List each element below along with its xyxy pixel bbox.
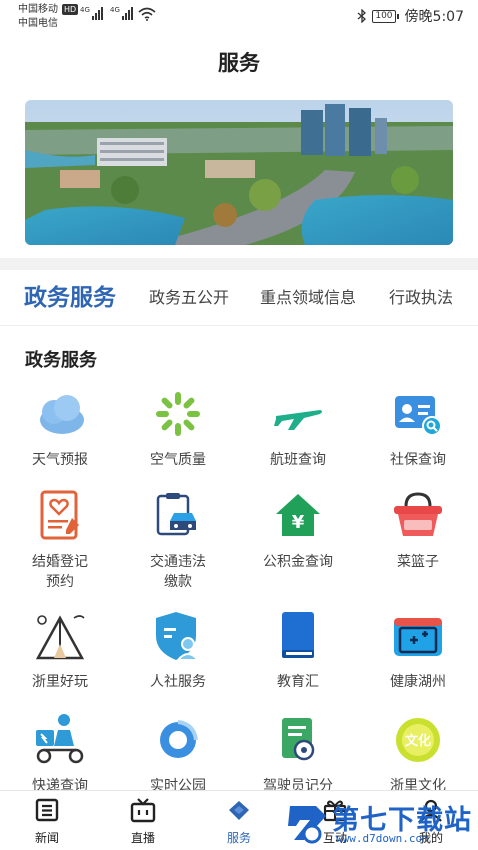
service-label: 交通违法 缴款 xyxy=(150,554,206,590)
carrier-label-1: 中国移动 xyxy=(18,4,58,15)
airplane-icon xyxy=(274,410,322,430)
service-label: 健康湖州 xyxy=(390,674,446,690)
watermark-logo-icon xyxy=(288,806,326,844)
service-social-security[interactable]: 社保查询 xyxy=(358,386,478,470)
service-housing-fund[interactable]: ¥ 公积金查询 xyxy=(238,488,358,572)
social-security-card-icon xyxy=(395,396,442,436)
shield-person-icon xyxy=(156,612,201,661)
service-label: 人社服务 xyxy=(150,674,206,690)
service-label: 教育汇 xyxy=(277,674,319,690)
service-weather[interactable]: 天气预报 xyxy=(0,386,120,470)
marriage-form-icon xyxy=(40,490,79,540)
nav-label: 新闻 xyxy=(34,831,59,845)
service-label: 菜篮子 xyxy=(397,554,439,570)
service-label: 空气质量 xyxy=(150,452,206,468)
signal-icon-2: 4G xyxy=(110,6,133,20)
cloud-icon xyxy=(40,395,84,434)
tab-law-enforcement[interactable]: 行政执法 xyxy=(389,270,453,326)
signal-icon-1: 4G xyxy=(80,6,103,20)
city-aerial-photo-icon xyxy=(25,100,453,245)
service-health[interactable]: 健康湖州 xyxy=(358,608,478,692)
service-hr-social[interactable]: 人社服务 xyxy=(118,608,238,692)
heart-diamond-icon xyxy=(229,801,249,820)
service-education[interactable]: 教育汇 xyxy=(238,608,358,692)
culture-badge-text: 文化 xyxy=(405,733,431,749)
service-driver-score[interactable]: 驾驶员记分 xyxy=(238,712,358,796)
svg-text:¥: ¥ xyxy=(292,512,305,533)
service-label: 天气预报 xyxy=(32,452,88,468)
service-flight[interactable]: 航班查询 xyxy=(238,386,358,470)
tab-five-disclosures[interactable]: 政务五公开 xyxy=(149,270,229,326)
banner-image[interactable] xyxy=(25,100,453,245)
service-label: 社保查询 xyxy=(390,452,446,468)
service-label: 航班查询 xyxy=(270,452,326,468)
tent-icon xyxy=(35,615,85,660)
swirl-icon xyxy=(160,720,198,758)
delivery-scooter-icon xyxy=(36,714,84,764)
service-culture[interactable]: 文化 浙里文化 xyxy=(358,712,478,796)
network-type-1: 4G xyxy=(80,6,90,14)
nav-news[interactable]: 新闻 xyxy=(12,797,82,846)
status-time: 傍晚5:07 xyxy=(404,9,464,25)
air-quality-icon xyxy=(156,392,200,436)
page-title: 服务 xyxy=(218,51,260,75)
service-label: 浙里好玩 xyxy=(32,674,88,690)
carrier-label-2: 中国电信 xyxy=(18,18,58,29)
service-park[interactable]: 实时公园 xyxy=(118,712,238,796)
watermark: 第七下载站 www.d7down.com xyxy=(286,798,476,848)
tv-icon xyxy=(130,798,156,823)
tab-bar: 政务服务 政务五公开 重点领域信息 行政执法 xyxy=(0,270,478,326)
wifi-icon xyxy=(138,7,156,21)
car-clipboard-icon xyxy=(156,493,196,536)
section-divider xyxy=(0,258,478,270)
bluetooth-icon xyxy=(357,9,367,23)
service-traffic-fine[interactable]: 交通违法 缴款 xyxy=(118,488,238,592)
news-icon xyxy=(35,798,59,822)
book-icon xyxy=(282,612,314,658)
nav-live[interactable]: 直播 xyxy=(108,797,178,846)
service-label: 公积金查询 xyxy=(263,554,333,570)
battery-indicator: 100 xyxy=(372,9,399,23)
driver-score-icon xyxy=(282,718,315,761)
housing-fund-icon: ¥ xyxy=(276,494,320,536)
nav-service[interactable]: 服务 xyxy=(204,797,274,846)
section-title: 政务服务 xyxy=(25,350,97,371)
service-air-quality[interactable]: 空气质量 xyxy=(118,386,238,470)
network-type-2: 4G xyxy=(110,6,120,14)
service-express[interactable]: 快递查询 xyxy=(0,712,120,796)
culture-badge-icon: 文化 xyxy=(396,718,440,762)
tab-key-areas[interactable]: 重点领域信息 xyxy=(260,270,356,326)
nav-label: 直播 xyxy=(130,831,155,845)
service-marriage[interactable]: 结婚登记 预约 xyxy=(0,488,120,592)
medical-kit-icon xyxy=(394,618,442,656)
service-label: 结婚登记 预约 xyxy=(32,554,88,590)
watermark-url: www.d7down.com xyxy=(336,832,429,845)
hd-badge: HD xyxy=(62,4,79,15)
tab-gov-service[interactable]: 政务服务 xyxy=(24,270,116,326)
service-basket[interactable]: 菜篮子 xyxy=(358,488,478,572)
basket-icon xyxy=(394,492,442,536)
status-bar: 中国移动 中国电信 HD 4G 4G 100 傍晚5:07 xyxy=(0,0,478,34)
nav-label: 服务 xyxy=(226,831,251,845)
service-fun[interactable]: 浙里好玩 xyxy=(0,608,120,692)
